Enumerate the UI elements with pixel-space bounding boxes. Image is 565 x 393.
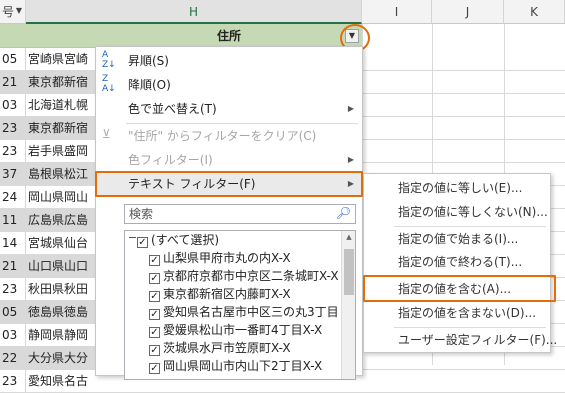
tree-item[interactable]: ✓ 岡山県岡山市内山下2丁目X-X <box>149 357 322 375</box>
cell-address[interactable]: 愛知県名古 <box>26 370 96 392</box>
chevron-right-icon: ▶ <box>347 104 354 113</box>
submenu-item-not-equals[interactable]: 指定の値に等しくない(N)... <box>364 201 550 223</box>
submenu-item-begins-with[interactable]: 指定の値で始まる(I)... <box>364 228 550 250</box>
filter-dropdown-menu: A Z↓ 昇順(S) Z A↓ 降順(O) 色で並べ替え(T) ▶ ⊻ "住所" か… <box>95 46 363 380</box>
column-header-j[interactable]: J <box>432 0 504 24</box>
menu-item-sort-by-color[interactable]: 色で並べ替え(T) ▶ <box>96 98 362 120</box>
column-header-i[interactable]: I <box>362 0 432 24</box>
menu-item-color-filter: 色フィルター(I) ▶ <box>96 149 362 171</box>
clear-filter-icon: ⊻ <box>102 127 111 141</box>
checkbox-checked-icon[interactable]: ✓ <box>149 291 160 302</box>
scroll-up-icon[interactable]: ▲ <box>342 233 355 241</box>
collapse-icon <box>129 237 136 238</box>
magnifier-icon: 🔎︎ <box>335 206 351 220</box>
tree-scrollbar[interactable]: ▲ <box>341 231 355 379</box>
tree-item[interactable]: ✓ 京都府京都市中京区二条城町X-X <box>149 267 339 285</box>
cell-number[interactable]: 21 <box>0 71 26 93</box>
cell-number[interactable]: 05 <box>0 48 26 70</box>
cell-address[interactable]: 秋田県秋田 <box>26 278 96 300</box>
submenu-item-equals[interactable]: 指定の値に等しい(E)... <box>364 177 550 199</box>
cell-number[interactable]: 05 <box>0 301 26 323</box>
sort-ascending-icon: A Z↓ <box>102 50 116 70</box>
table-header-row: 住所 ▼ <box>0 24 362 48</box>
menu-separator <box>394 327 546 328</box>
checkbox-checked-icon[interactable]: ✓ <box>137 237 148 248</box>
highlight-rect-text-filter <box>95 171 363 197</box>
cell-address[interactable]: 徳島県徳島 <box>26 301 96 323</box>
tree-item[interactable]: ✓ 愛媛県松山市一番町4丁目X-X <box>149 321 322 339</box>
cell-number[interactable]: 14 <box>0 232 26 254</box>
tree-item[interactable]: ✓ 茨城県水戸市笠原町X-X <box>149 339 291 357</box>
cell-number[interactable]: 23 <box>0 140 26 162</box>
cell-address[interactable]: 岩手県盛岡 <box>26 140 96 162</box>
cell-address[interactable]: 静岡県静岡 <box>26 324 96 346</box>
submenu-item-not-contains[interactable]: 指定の値を含まない(D)... <box>364 302 550 324</box>
cell-address[interactable]: 島根県松江 <box>26 163 96 185</box>
checkbox-checked-icon[interactable]: ✓ <box>149 309 160 320</box>
submenu-item-ends-with[interactable]: 指定の値で終わる(T)... <box>364 251 550 273</box>
cell-address[interactable]: 東京都新宿 <box>26 71 96 93</box>
submenu-item-custom-filter[interactable]: ユーザー設定フィルター(F)... <box>364 329 557 351</box>
cell-number[interactable]: 37 <box>0 163 26 185</box>
chevron-right-icon: ▶ <box>347 155 354 164</box>
checkbox-checked-icon[interactable]: ✓ <box>149 345 160 356</box>
checkbox-checked-icon[interactable]: ✓ <box>149 273 160 284</box>
tree-item[interactable]: ✓ 愛知県名古屋市中区三の丸3丁目 <box>149 303 339 321</box>
cell-number[interactable]: 03 <box>0 94 26 116</box>
cell-address[interactable]: 広島県広島 <box>26 209 96 231</box>
dropdown-arrow-icon[interactable]: ▼ <box>14 5 24 17</box>
checkbox-checked-icon[interactable]: ✓ <box>149 327 160 338</box>
cell-number[interactable]: 24 <box>0 186 26 208</box>
cell-address[interactable]: 宮崎県宮崎 <box>26 48 96 70</box>
scroll-thumb[interactable] <box>344 249 354 295</box>
tree-item-select-all[interactable]: ✓ (すべて選択) <box>137 231 219 249</box>
column-header-h[interactable]: H <box>26 0 362 24</box>
sort-descending-icon: Z A↓ <box>102 74 116 94</box>
column-header-k[interactable]: K <box>504 0 565 24</box>
header-cell-address: 住所 <box>216 29 241 43</box>
checkbox-checked-icon[interactable]: ✓ <box>149 255 160 266</box>
cell-address[interactable]: 山口県山口 <box>26 255 96 277</box>
cell-number[interactable]: 21 <box>0 255 26 277</box>
highlight-rect-contains <box>363 275 556 302</box>
value-tree-list: ✓ (すべて選択) ✓ 山梨県甲府市丸の内X-X ✓ 京都府京都市中京区二条城町X-X… <box>124 230 356 380</box>
menu-item-sort-ascending[interactable]: A Z↓ 昇順(S) <box>96 50 362 72</box>
menu-separator <box>126 123 358 124</box>
cell-address[interactable]: 宮城県仙台 <box>26 232 96 254</box>
cell-number[interactable]: 23 <box>0 370 26 392</box>
cell-address[interactable]: 北海道札幌 <box>26 94 96 116</box>
cell-address[interactable]: 東京都新宿 <box>26 117 96 139</box>
tree-item[interactable]: ✓ 山梨県甲府市丸の内X-X <box>149 249 291 267</box>
cell-address[interactable]: 岡山県岡山 <box>26 186 96 208</box>
cell-number[interactable]: 11 <box>0 209 26 231</box>
cell-address[interactable]: 大分県大分 <box>26 347 96 369</box>
tree-item[interactable]: ✓ 東京都新宿区内藤町X-X <box>149 285 291 303</box>
menu-item-sort-descending[interactable]: Z A↓ 降順(O) <box>96 74 362 96</box>
text-filter-submenu: 指定の値に等しい(E)... 指定の値に等しくない(N)... 指定の値で始まる… <box>363 173 557 353</box>
menu-separator <box>394 226 546 227</box>
cell-number[interactable]: 23 <box>0 278 26 300</box>
cell-number[interactable]: 23 <box>0 117 26 139</box>
header-cell-num <box>0 24 26 48</box>
cell-number[interactable]: 22 <box>0 347 26 369</box>
search-input[interactable]: 検索 🔎︎ <box>124 204 356 224</box>
cell-number[interactable]: 03 <box>0 324 26 346</box>
menu-item-clear-filter: ⊻ "住所" からフィルターをクリア(C) <box>102 127 317 143</box>
